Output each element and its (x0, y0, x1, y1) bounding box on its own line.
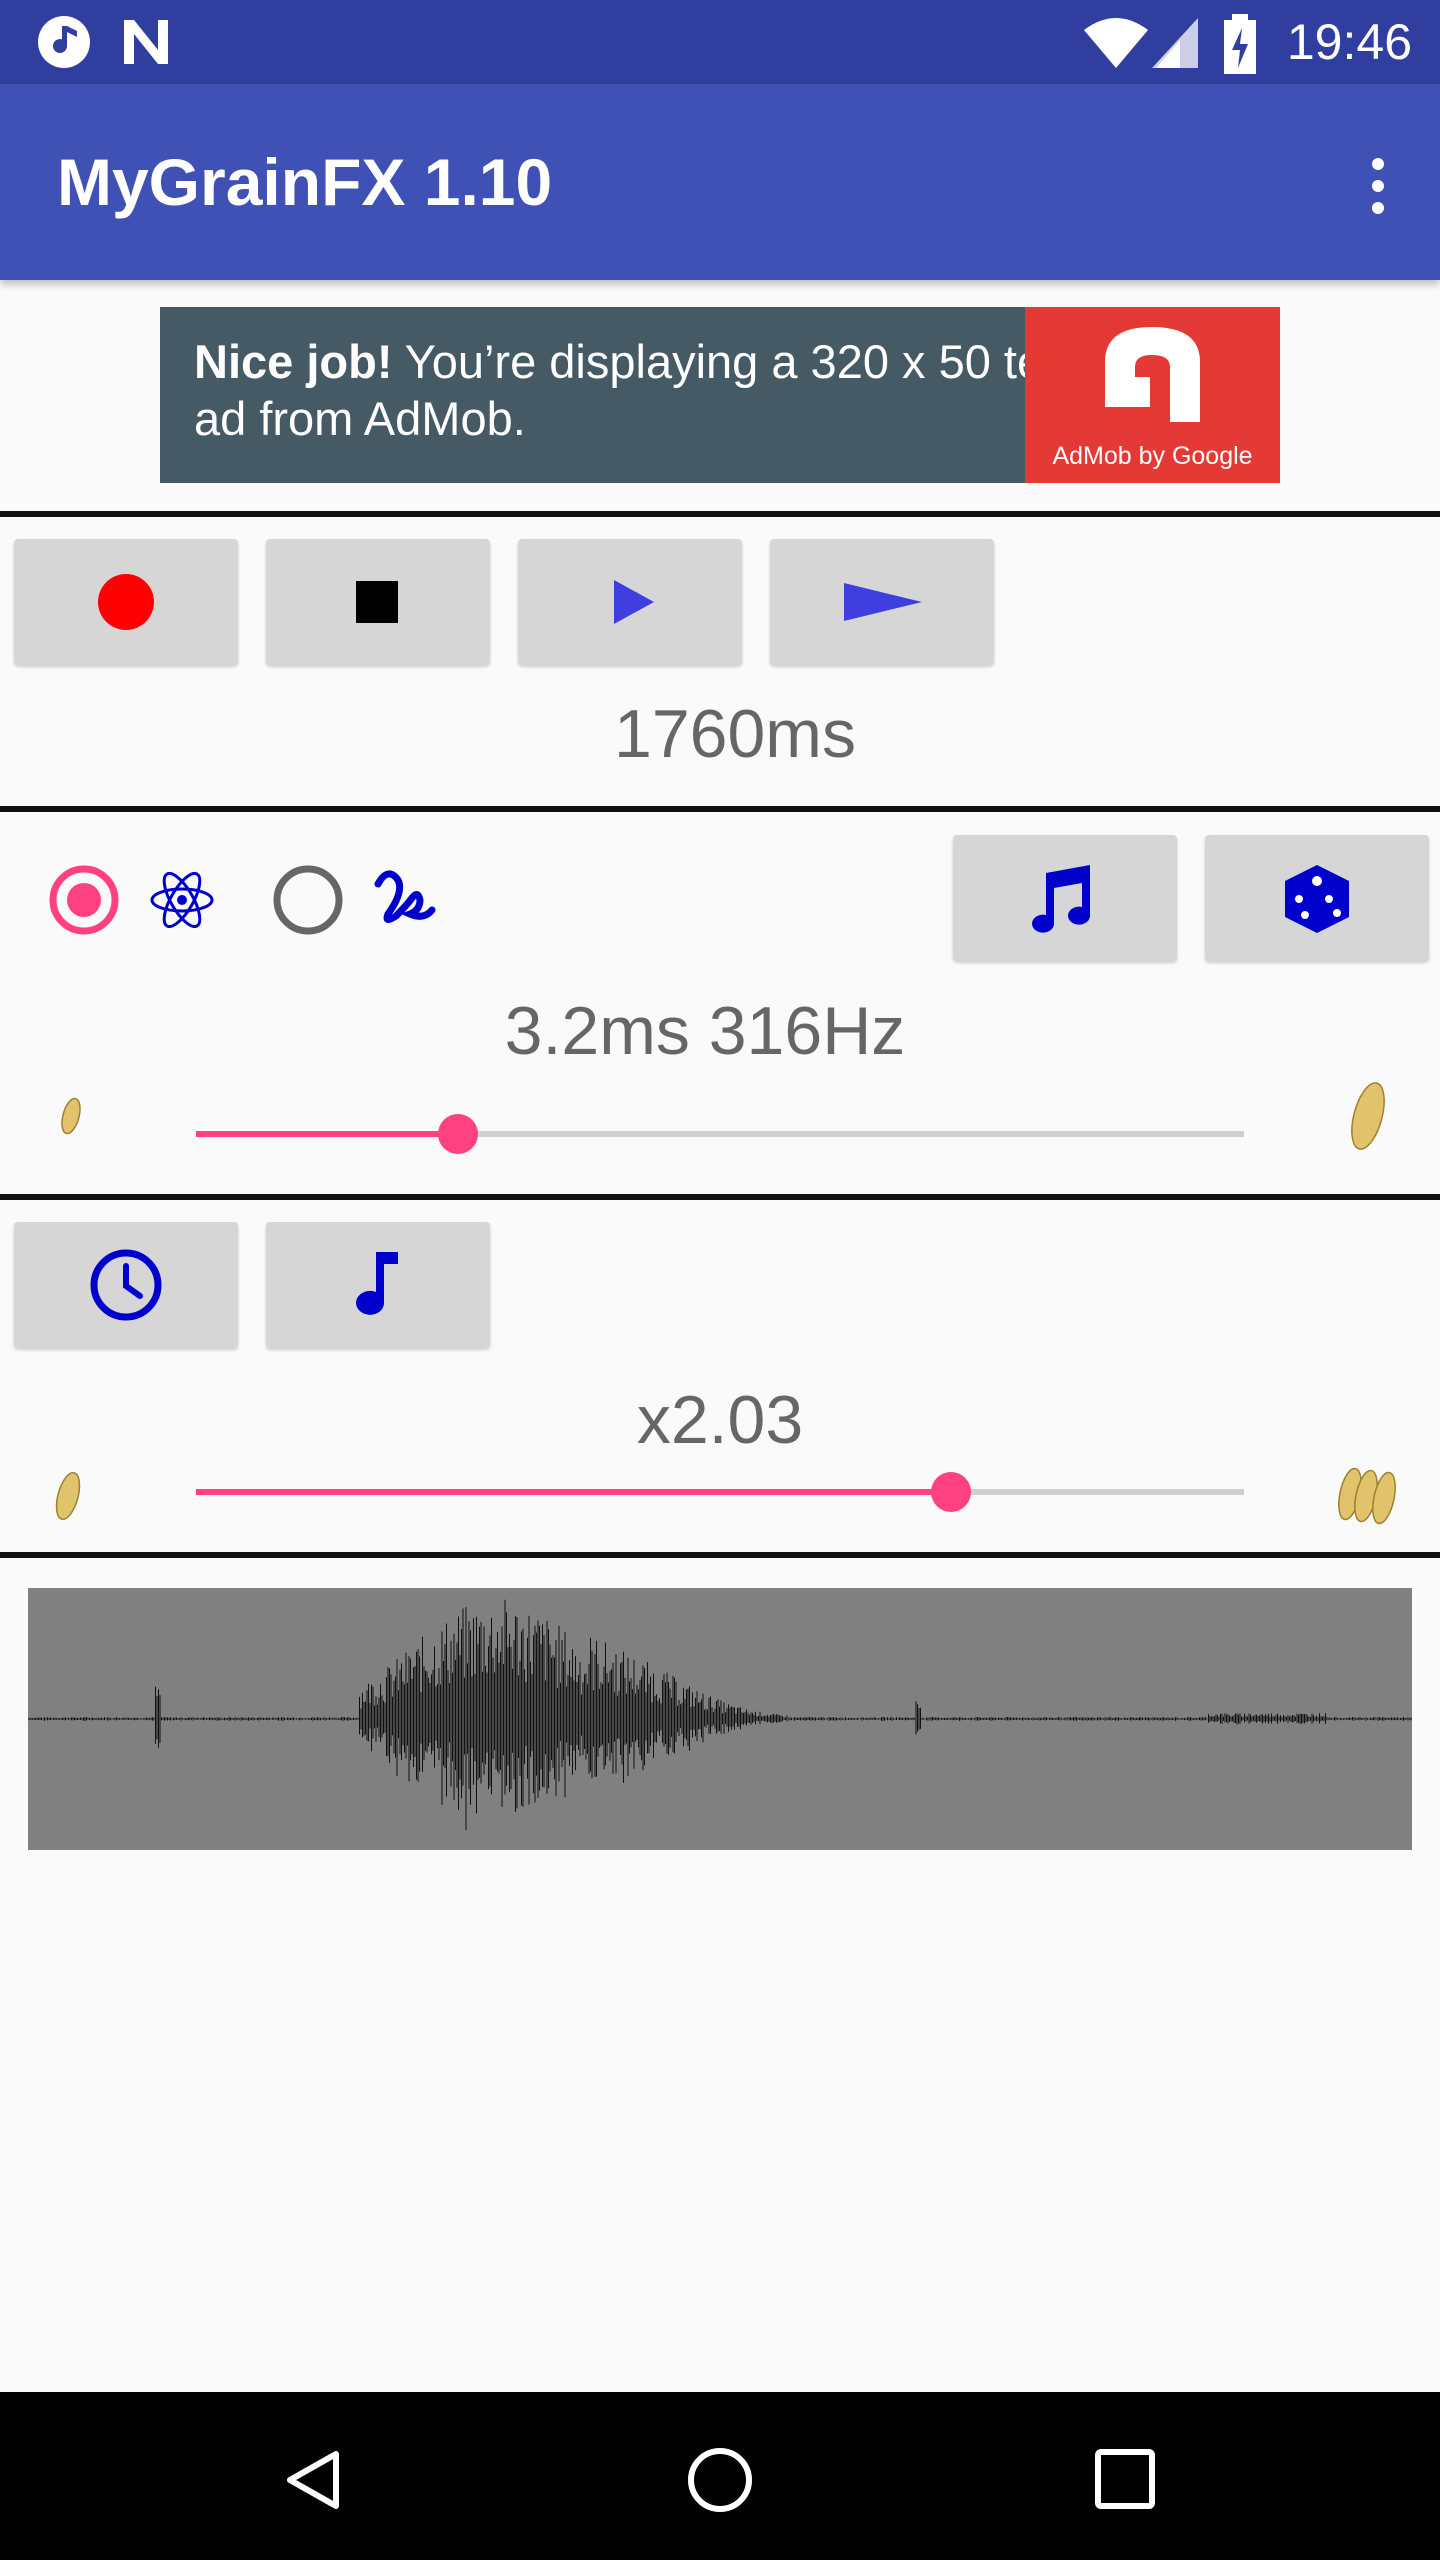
pitch-slider-fill (196, 1489, 951, 1495)
more-vert-icon[interactable] (1354, 146, 1402, 226)
pitch-slider-thumb[interactable] (931, 1472, 971, 1512)
back-icon[interactable] (282, 2448, 346, 2512)
waveform-trace (27, 1599, 1412, 1831)
play-fast-icon (844, 583, 922, 621)
ad-logo-caption: AdMob by Google (1052, 442, 1253, 470)
divider (0, 511, 1440, 517)
quarter-note-icon (356, 1252, 398, 1315)
admob-logo: AdMob by Google (1025, 307, 1280, 483)
ad-banner[interactable]: Nice job! You’re displaying a 320 x 50 t… (160, 307, 1280, 483)
stop-icon (356, 581, 398, 623)
pitch-slider[interactable] (196, 1472, 1244, 1512)
waveform-graph (27, 1599, 1412, 1831)
squiggle-icon (374, 870, 436, 923)
battery-charging-icon (1224, 14, 1256, 74)
large-grain-icon (1351, 1082, 1385, 1150)
duration-label: 1760ms (614, 696, 856, 772)
note-button[interactable] (266, 1222, 490, 1348)
radio-atom-selected[interactable] (46, 862, 122, 938)
single-grain-icon (55, 1471, 81, 1521)
music-note-icon (38, 16, 90, 68)
clock-icon (90, 1249, 162, 1321)
app-bar: MyGrainFX 1.10 (0, 84, 1440, 280)
multiple-grains-icon (1338, 1467, 1396, 1525)
dice-icon (1285, 865, 1349, 933)
record-button[interactable] (14, 539, 238, 665)
home-icon[interactable] (686, 2446, 754, 2514)
waveform-display[interactable] (27, 1588, 1412, 1850)
small-grain-icon (61, 1097, 81, 1135)
grain-slider-fill (196, 1131, 458, 1137)
ad-headline: Nice job! (194, 335, 393, 388)
random-button[interactable] (1205, 835, 1429, 961)
grain-slider-thumb[interactable] (438, 1114, 478, 1154)
status-bar: 19:46 (0, 0, 1440, 84)
grain-slider[interactable] (196, 1114, 1244, 1154)
time-button[interactable] (14, 1222, 238, 1348)
play-button[interactable] (518, 539, 742, 665)
grain-value-label: 3.2ms 316Hz (504, 993, 906, 1069)
status-time: 19:46 (1286, 14, 1412, 70)
play-icon (614, 580, 654, 624)
navigation-bar (0, 2392, 1440, 2560)
signal-icon (1152, 18, 1198, 68)
wifi-icon (1084, 18, 1148, 68)
divider (0, 1194, 1440, 1200)
divider (0, 1552, 1440, 1558)
record-icon (98, 574, 154, 630)
atom-icon (150, 871, 214, 929)
app-title: MyGrainFX 1.10 (57, 145, 553, 219)
music-button[interactable] (953, 835, 1177, 961)
divider (0, 806, 1440, 812)
radio-squiggle[interactable] (270, 862, 346, 938)
stop-button[interactable] (266, 539, 490, 665)
music-notes-icon (1032, 865, 1091, 933)
n-logo-icon (124, 20, 168, 64)
ad-text: Nice job! You’re displaying a 320 x 50 t… (194, 333, 1144, 447)
recents-icon[interactable] (1094, 2448, 1156, 2510)
play-fast-button[interactable] (770, 539, 994, 665)
pitch-value-label: x2.03 (636, 1382, 804, 1458)
